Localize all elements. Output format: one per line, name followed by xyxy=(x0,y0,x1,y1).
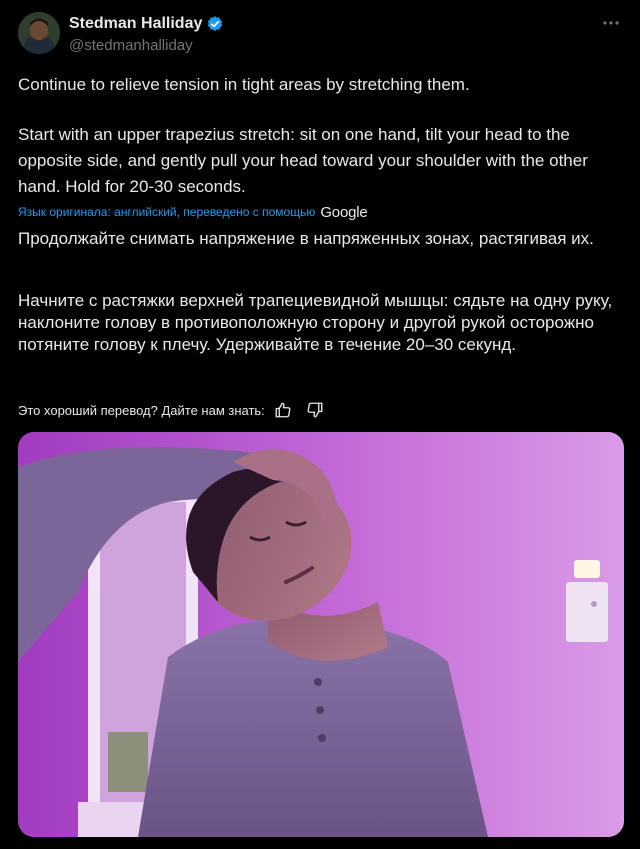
translation-feedback: Это хороший перевод? Дайте нам знать: xyxy=(18,400,324,420)
thumbs-down-icon[interactable] xyxy=(306,401,324,419)
tweet-photo[interactable] xyxy=(18,432,624,837)
tweet-card[interactable]: Stedman Halliday @stedmanhalliday Contin… xyxy=(0,0,640,849)
feedback-prompt: Это хороший перевод? Дайте нам знать: xyxy=(18,402,265,418)
tweet-text-paragraph-1: Continue to relieve tension in tight are… xyxy=(18,75,470,94)
google-logo: Google xyxy=(320,203,368,221)
translation-note: Язык оригинала: английский, переведено с… xyxy=(18,203,368,221)
avatar-photo xyxy=(18,12,60,54)
avatar[interactable] xyxy=(18,12,60,54)
tweet-text-paragraph-2: Start with an upper trapezius stretch: s… xyxy=(18,125,588,196)
tweet-header: Stedman Halliday @stedmanhalliday xyxy=(18,12,622,56)
translated-paragraph-1: Продолжайте снимать напряжение в напряже… xyxy=(18,229,594,248)
translated-paragraph-2: Начните с растяжки верхней трапециевидно… xyxy=(18,291,613,354)
verified-badge-icon xyxy=(206,15,224,33)
thumbs-up-icon[interactable] xyxy=(274,401,292,419)
author-handle[interactable]: @stedmanhalliday xyxy=(69,37,224,54)
photo-image xyxy=(18,432,624,837)
display-name-row: Stedman Halliday xyxy=(69,14,224,34)
author-names: Stedman Halliday @stedmanhalliday xyxy=(69,14,224,54)
author-display-name[interactable]: Stedman Halliday xyxy=(69,15,202,33)
translation-note-text[interactable]: Язык оригинала: английский, переведено с… xyxy=(18,205,315,219)
more-horizontal-icon[interactable] xyxy=(600,14,622,32)
